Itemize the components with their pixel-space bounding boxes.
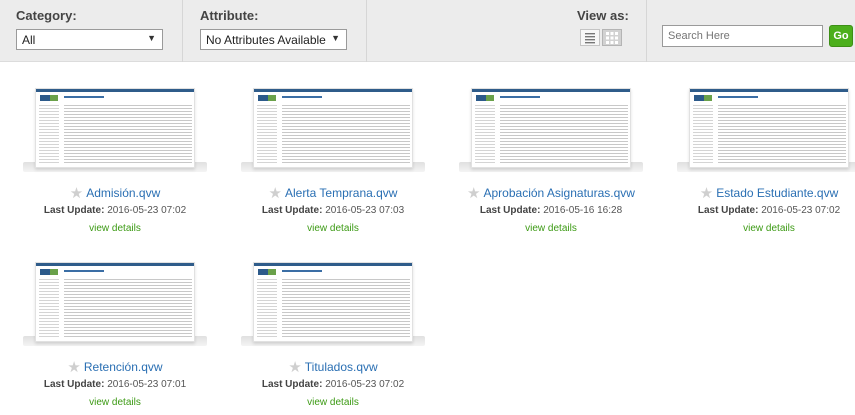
last-update-text: Last Update: 2016-05-23 07:01 [15,379,215,390]
grid-view-icon [606,32,618,44]
category-select[interactable]: All ▼ [16,29,163,50]
document-name-link[interactable]: Titulados.qvw [305,360,378,374]
chevron-down-icon: ▼ [147,33,156,43]
document-thumbnail[interactable] [15,84,215,184]
view-as-label: View as: [577,8,629,23]
view-details-link[interactable]: view details [15,223,215,234]
document-card[interactable]: ★ Alerta Temprana.qvw Last Update: 2016-0… [233,84,433,234]
last-update-label: Last Update: [261,379,323,390]
list-view-button[interactable] [580,29,600,46]
document-thumbnail[interactable] [233,258,433,358]
last-update-label: Last Update: [43,205,105,216]
document-name-link[interactable]: Estado Estudiante.qvw [716,186,838,200]
document-thumbnail[interactable] [669,84,855,184]
document-name-link[interactable]: Aprobación Asignaturas.qvw [484,186,635,200]
toolbar-divider [182,0,183,62]
view-details-link[interactable]: view details [451,223,651,234]
last-update-value: 2016-05-23 07:02 [325,379,405,390]
last-update-label: Last Update: [697,205,759,216]
document-card[interactable]: ★ Admisión.qvw Last Update: 2016-05-23 07… [15,84,215,234]
document-thumbnail[interactable] [15,258,215,358]
thumbnail-preview-image[interactable] [35,262,195,342]
document-card[interactable]: ★ Titulados.qvw Last Update: 2016-05-23 0… [233,258,433,408]
document-name-link[interactable]: Admisión.qvw [86,186,160,200]
attribute-select[interactable]: No Attributes Available ▼ [200,29,347,50]
document-thumbnail[interactable] [233,84,433,184]
document-name-row: ★ Admisión.qvw [15,184,215,202]
document-name-row: ★ Aprobación Asignaturas.qvw [451,184,651,202]
toolbar-divider [366,0,367,62]
list-view-icon [585,33,595,44]
last-update-label: Last Update: [43,379,105,390]
last-update-text: Last Update: 2016-05-23 07:02 [233,379,433,390]
category-label: Category: [16,8,77,23]
search-input[interactable] [662,25,823,47]
last-update-text: Last Update: 2016-05-23 07:02 [669,205,855,216]
last-update-value: 2016-05-23 07:01 [107,379,187,390]
document-thumbnail[interactable] [451,84,651,184]
view-details-link[interactable]: view details [233,397,433,408]
document-card[interactable]: ★ Retención.qvw Last Update: 2016-05-23 0… [15,258,215,408]
view-details-link[interactable]: view details [669,223,855,234]
last-update-label: Last Update: [479,205,541,216]
thumbnail-preview-image[interactable] [35,88,195,168]
last-update-text: Last Update: 2016-05-16 16:28 [451,205,651,216]
attribute-select-value: No Attributes Available [206,33,326,47]
document-name-row: ★ Retención.qvw [15,358,215,376]
category-select-value: All [22,33,36,47]
last-update-text: Last Update: 2016-05-23 07:02 [15,205,215,216]
document-name-link[interactable]: Alerta Temprana.qvw [285,186,398,200]
thumbnail-preview-image[interactable] [689,88,849,168]
view-details-link[interactable]: view details [233,223,433,234]
document-card[interactable]: ★ Aprobación Asignaturas.qvw Last Update:… [451,84,651,234]
thumbnail-preview-image[interactable] [253,88,413,168]
favorite-star-icon[interactable]: ★ [700,184,713,202]
last-update-label: Last Update: [261,205,323,216]
document-card[interactable]: ★ Estado Estudiante.qvw Last Update: 2016… [669,84,855,234]
favorite-star-icon[interactable]: ★ [288,358,301,376]
favorite-star-icon[interactable]: ★ [67,358,80,376]
thumbnail-preview-image[interactable] [471,88,631,168]
favorite-star-icon[interactable]: ★ [269,184,282,202]
toolbar-divider [646,0,647,62]
last-update-value: 2016-05-23 07:03 [325,205,405,216]
grid-view-button[interactable] [602,29,622,46]
chevron-down-icon: ▼ [331,33,340,43]
filter-toolbar: Category: All ▼ Attribute: No Attributes… [0,0,855,62]
go-button[interactable]: Go [829,25,853,47]
last-update-value: 2016-05-16 16:28 [543,205,623,216]
document-name-row: ★ Titulados.qvw [233,358,433,376]
favorite-star-icon[interactable]: ★ [467,184,480,202]
view-details-link[interactable]: view details [15,397,215,408]
document-name-row: ★ Alerta Temprana.qvw [233,184,433,202]
last-update-value: 2016-05-23 07:02 [761,205,841,216]
document-name-row: ★ Estado Estudiante.qvw [669,184,855,202]
last-update-value: 2016-05-23 07:02 [107,205,187,216]
thumbnail-preview-image[interactable] [253,262,413,342]
last-update-text: Last Update: 2016-05-23 07:03 [233,205,433,216]
attribute-label: Attribute: [200,8,259,23]
document-name-link[interactable]: Retención.qvw [84,360,163,374]
favorite-star-icon[interactable]: ★ [70,184,83,202]
